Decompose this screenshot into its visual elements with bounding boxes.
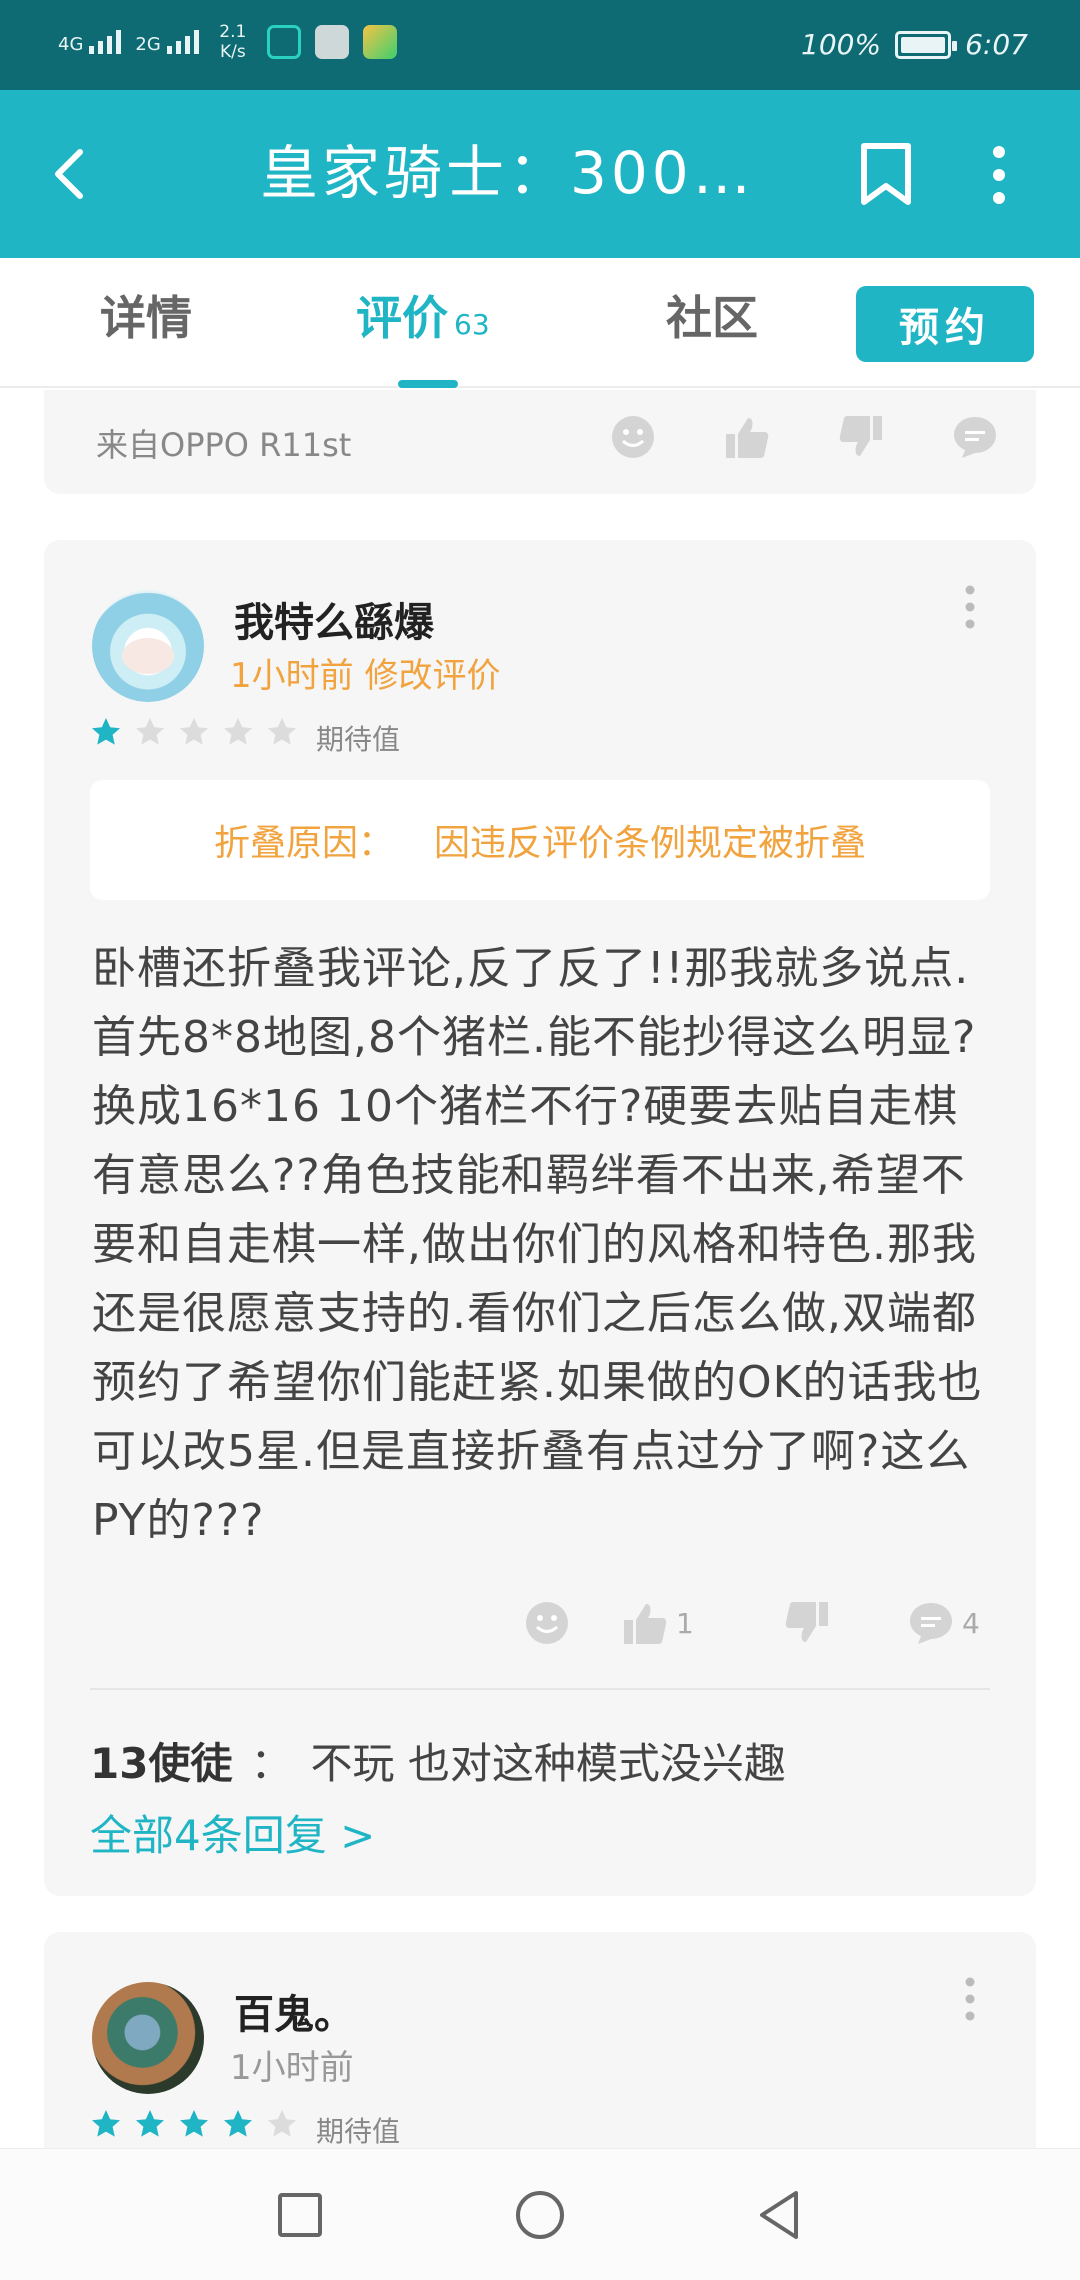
thumbs-down-icon xyxy=(785,1602,828,1642)
review-author[interactable]: 百鬼。 xyxy=(234,1982,354,2040)
reserve-button[interactable]: 预约 xyxy=(856,286,1034,362)
reply-author: 13使徒 xyxy=(90,1739,233,1788)
star-icon xyxy=(136,2110,164,2137)
back-icon xyxy=(55,149,83,199)
like-button[interactable] xyxy=(724,414,770,460)
book-app-icon xyxy=(314,25,349,59)
fold-notice: 折叠原因： 因违反评价条例规定被折叠 xyxy=(90,780,990,900)
review-card: 我特么繇爆 1小时前 修改评价 期待值 折叠原因： 因违反评价条例规定被折叠 卧… xyxy=(44,540,1036,1896)
battery-percent: 100% xyxy=(801,28,882,61)
app-bar: 皇家骑士：300全… xyxy=(0,90,1080,258)
signal-4g-icon: 4G xyxy=(58,30,122,55)
review-card-next: 百鬼。 1小时前 期待值 xyxy=(44,1932,1036,2148)
home-button[interactable] xyxy=(512,2187,568,2243)
comment-icon xyxy=(910,1603,952,1644)
star-icon xyxy=(180,2110,208,2137)
bookmark-icon xyxy=(861,143,911,205)
more-vertical-icon xyxy=(965,1977,975,2021)
tab-indicator xyxy=(398,380,458,388)
emoji-button[interactable] xyxy=(524,1600,570,1646)
triangle-back-icon xyxy=(760,2191,798,2239)
video-app-icon xyxy=(362,25,397,59)
more-vertical-icon xyxy=(993,146,1005,204)
network-speed: 2.1 K/s xyxy=(219,22,247,62)
signal-2g-icon: 2G xyxy=(135,30,199,55)
circle-icon xyxy=(516,2191,564,2239)
star-icon xyxy=(92,718,120,745)
review-actions xyxy=(610,414,998,460)
review-text: 卧槽还折叠我评论,反了反了!!那我就多说点.首先8*8地图,8个猪栏.能不能抄得… xyxy=(92,943,983,1546)
rating-stars xyxy=(90,2108,298,2140)
square-icon xyxy=(278,2193,322,2237)
review-author[interactable]: 我特么繇爆 xyxy=(234,590,434,648)
clock: 6:07 xyxy=(965,28,1028,61)
comment-button[interactable] xyxy=(952,414,998,460)
back-button[interactable] xyxy=(42,144,102,204)
device-label: 来自OPPO R11st xyxy=(96,426,352,464)
signal-1-label: 4G xyxy=(58,34,84,55)
review-list[interactable]: 来自OPPO R11st 我特么繇爆 1小时前 修改评价 期待值 折叠原因： 因… xyxy=(0,390,1080,2148)
all-replies-link[interactable]: 全部4条回复 > xyxy=(90,1802,375,1863)
review-more-button[interactable] xyxy=(960,1974,980,2024)
fold-label: 折叠原因： xyxy=(213,823,394,864)
rating-stars xyxy=(90,716,298,748)
review-card-previous: 来自OPPO R11st xyxy=(44,390,1036,494)
headset-app-icon xyxy=(266,25,301,59)
signal-2-label: 2G xyxy=(135,34,161,55)
tab-reviews-count: 63 xyxy=(454,308,490,341)
review-time: 1小时前 xyxy=(230,2048,354,2088)
comment-icon xyxy=(954,417,996,458)
tab-reviews-label: 评价 xyxy=(356,291,448,345)
recents-button[interactable] xyxy=(272,2187,328,2243)
divider xyxy=(90,1688,990,1690)
avatar[interactable] xyxy=(92,590,204,702)
system-nav-bar xyxy=(0,2148,1080,2280)
like-count: 1 xyxy=(676,1606,694,1640)
more-options-button[interactable] xyxy=(976,142,1022,208)
review-actions: 1 4 xyxy=(524,1600,980,1646)
star-icon xyxy=(180,718,208,745)
page-title: 皇家骑士：300全… xyxy=(260,139,780,207)
avatar[interactable] xyxy=(92,1982,204,2094)
reply-text: 不玩 也对这种模式没兴趣 xyxy=(310,1739,786,1788)
system-back-button[interactable] xyxy=(752,2187,808,2243)
tab-bar: 详情 评价 63 社区 预约 xyxy=(0,258,1080,388)
thumbs-up-icon xyxy=(624,1604,667,1644)
dislike-button[interactable] xyxy=(838,414,884,460)
review-more-button[interactable] xyxy=(960,582,980,632)
tab-details[interactable]: 详情 xyxy=(100,288,192,348)
fold-reason: 因违反评价条例规定被折叠 xyxy=(434,823,867,864)
emoji-icon xyxy=(526,1602,568,1644)
status-left: 4G 2G 2.1 K/s xyxy=(58,22,397,62)
tab-community[interactable]: 社区 xyxy=(666,288,758,348)
review-time: 1小时前 修改评价 xyxy=(230,656,501,696)
star-icon xyxy=(268,718,296,745)
thumbs-down-icon xyxy=(839,416,882,456)
emoji-button[interactable] xyxy=(610,414,656,460)
dislike-button[interactable] xyxy=(784,1600,856,1646)
star-icon xyxy=(224,718,252,745)
like-button[interactable]: 1 xyxy=(622,1600,732,1646)
bookmark-button[interactable] xyxy=(856,142,916,208)
battery-icon xyxy=(895,30,958,59)
tab-reviews[interactable]: 评价 63 xyxy=(356,288,490,355)
emoji-icon xyxy=(612,416,654,458)
rating-label: 期待值 xyxy=(316,723,401,756)
reply-colon: ： xyxy=(250,1739,293,1788)
star-icon xyxy=(92,2110,120,2137)
star-icon xyxy=(268,2110,296,2137)
thumbs-up-icon xyxy=(726,418,769,458)
reply-preview[interactable]: 13使徒 ： 不玩 也对这种模式没兴趣 xyxy=(90,1730,786,1791)
status-bar: 4G 2G 2.1 K/s 100% 6:07 xyxy=(0,0,1080,90)
more-vertical-icon xyxy=(965,585,975,629)
rating-label: 期待值 xyxy=(316,2115,401,2148)
comment-count: 4 xyxy=(962,1606,980,1640)
status-right: 100% 6:07 xyxy=(801,28,1028,61)
star-icon xyxy=(224,2110,252,2137)
star-icon xyxy=(136,718,164,745)
comment-button[interactable]: 4 xyxy=(908,1600,980,1646)
